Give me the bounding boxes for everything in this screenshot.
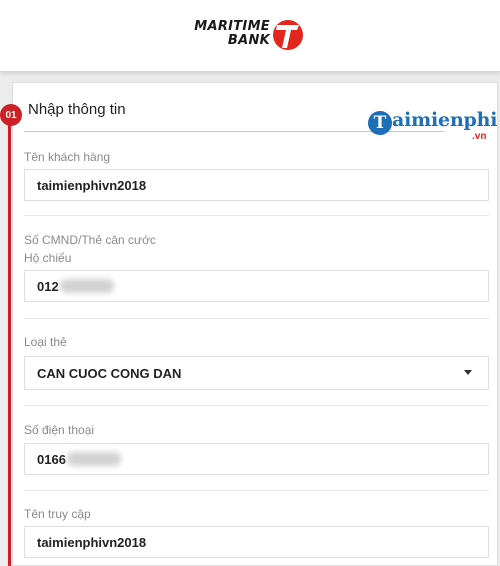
customer-name-label: Tên khách hàng	[24, 150, 111, 164]
id-number-label-line1: Số CMND/Thẻ căn cước	[24, 233, 156, 247]
username-value: taimienphivn2018	[37, 534, 147, 550]
step-number-badge: 01	[0, 104, 22, 126]
logo-line1: MARITIME	[194, 19, 270, 34]
logo-line2: BANK	[227, 33, 270, 48]
section-title: Nhập thông tin	[28, 101, 126, 118]
phone-label: Số điện thoại	[24, 423, 95, 437]
watermark-initial: T	[368, 111, 392, 135]
divider	[24, 405, 489, 406]
customer-name-value: taimienphivn2018	[37, 177, 147, 193]
divider	[24, 490, 489, 491]
maritime-bank-logo: MARITIME BANK	[188, 18, 304, 54]
card-type-label: Loại thẻ	[24, 335, 67, 349]
watermark-suffix: .vn	[472, 131, 487, 142]
id-number-input[interactable]: 012	[24, 270, 489, 302]
taimienphi-watermark: T aimienphi .vn	[368, 109, 497, 145]
username-label: Tên truy cập	[24, 507, 91, 521]
divider	[24, 318, 489, 319]
id-number-value: 012	[37, 278, 59, 294]
phone-input[interactable]: 0166	[24, 443, 489, 475]
card-type-select[interactable]: CAN CUOC CONG DAN	[24, 356, 489, 390]
watermark-text: aimienphi	[392, 109, 498, 131]
customer-name-input[interactable]: taimienphivn2018	[24, 169, 489, 201]
redacted-blur	[66, 452, 121, 466]
step-progress-line	[8, 114, 11, 566]
maritime-bank-emblem-icon	[273, 20, 303, 50]
username-input[interactable]: taimienphivn2018	[24, 526, 489, 558]
card-type-selected-value: CAN CUOC CONG DAN	[37, 365, 182, 381]
app-header: MARITIME BANK	[0, 0, 500, 72]
redacted-blur	[59, 279, 114, 293]
divider	[24, 215, 489, 216]
phone-value: 0166	[37, 451, 66, 467]
id-number-label-line2: Hộ chiếu	[24, 251, 72, 265]
dropdown-caret-icon	[464, 370, 472, 375]
